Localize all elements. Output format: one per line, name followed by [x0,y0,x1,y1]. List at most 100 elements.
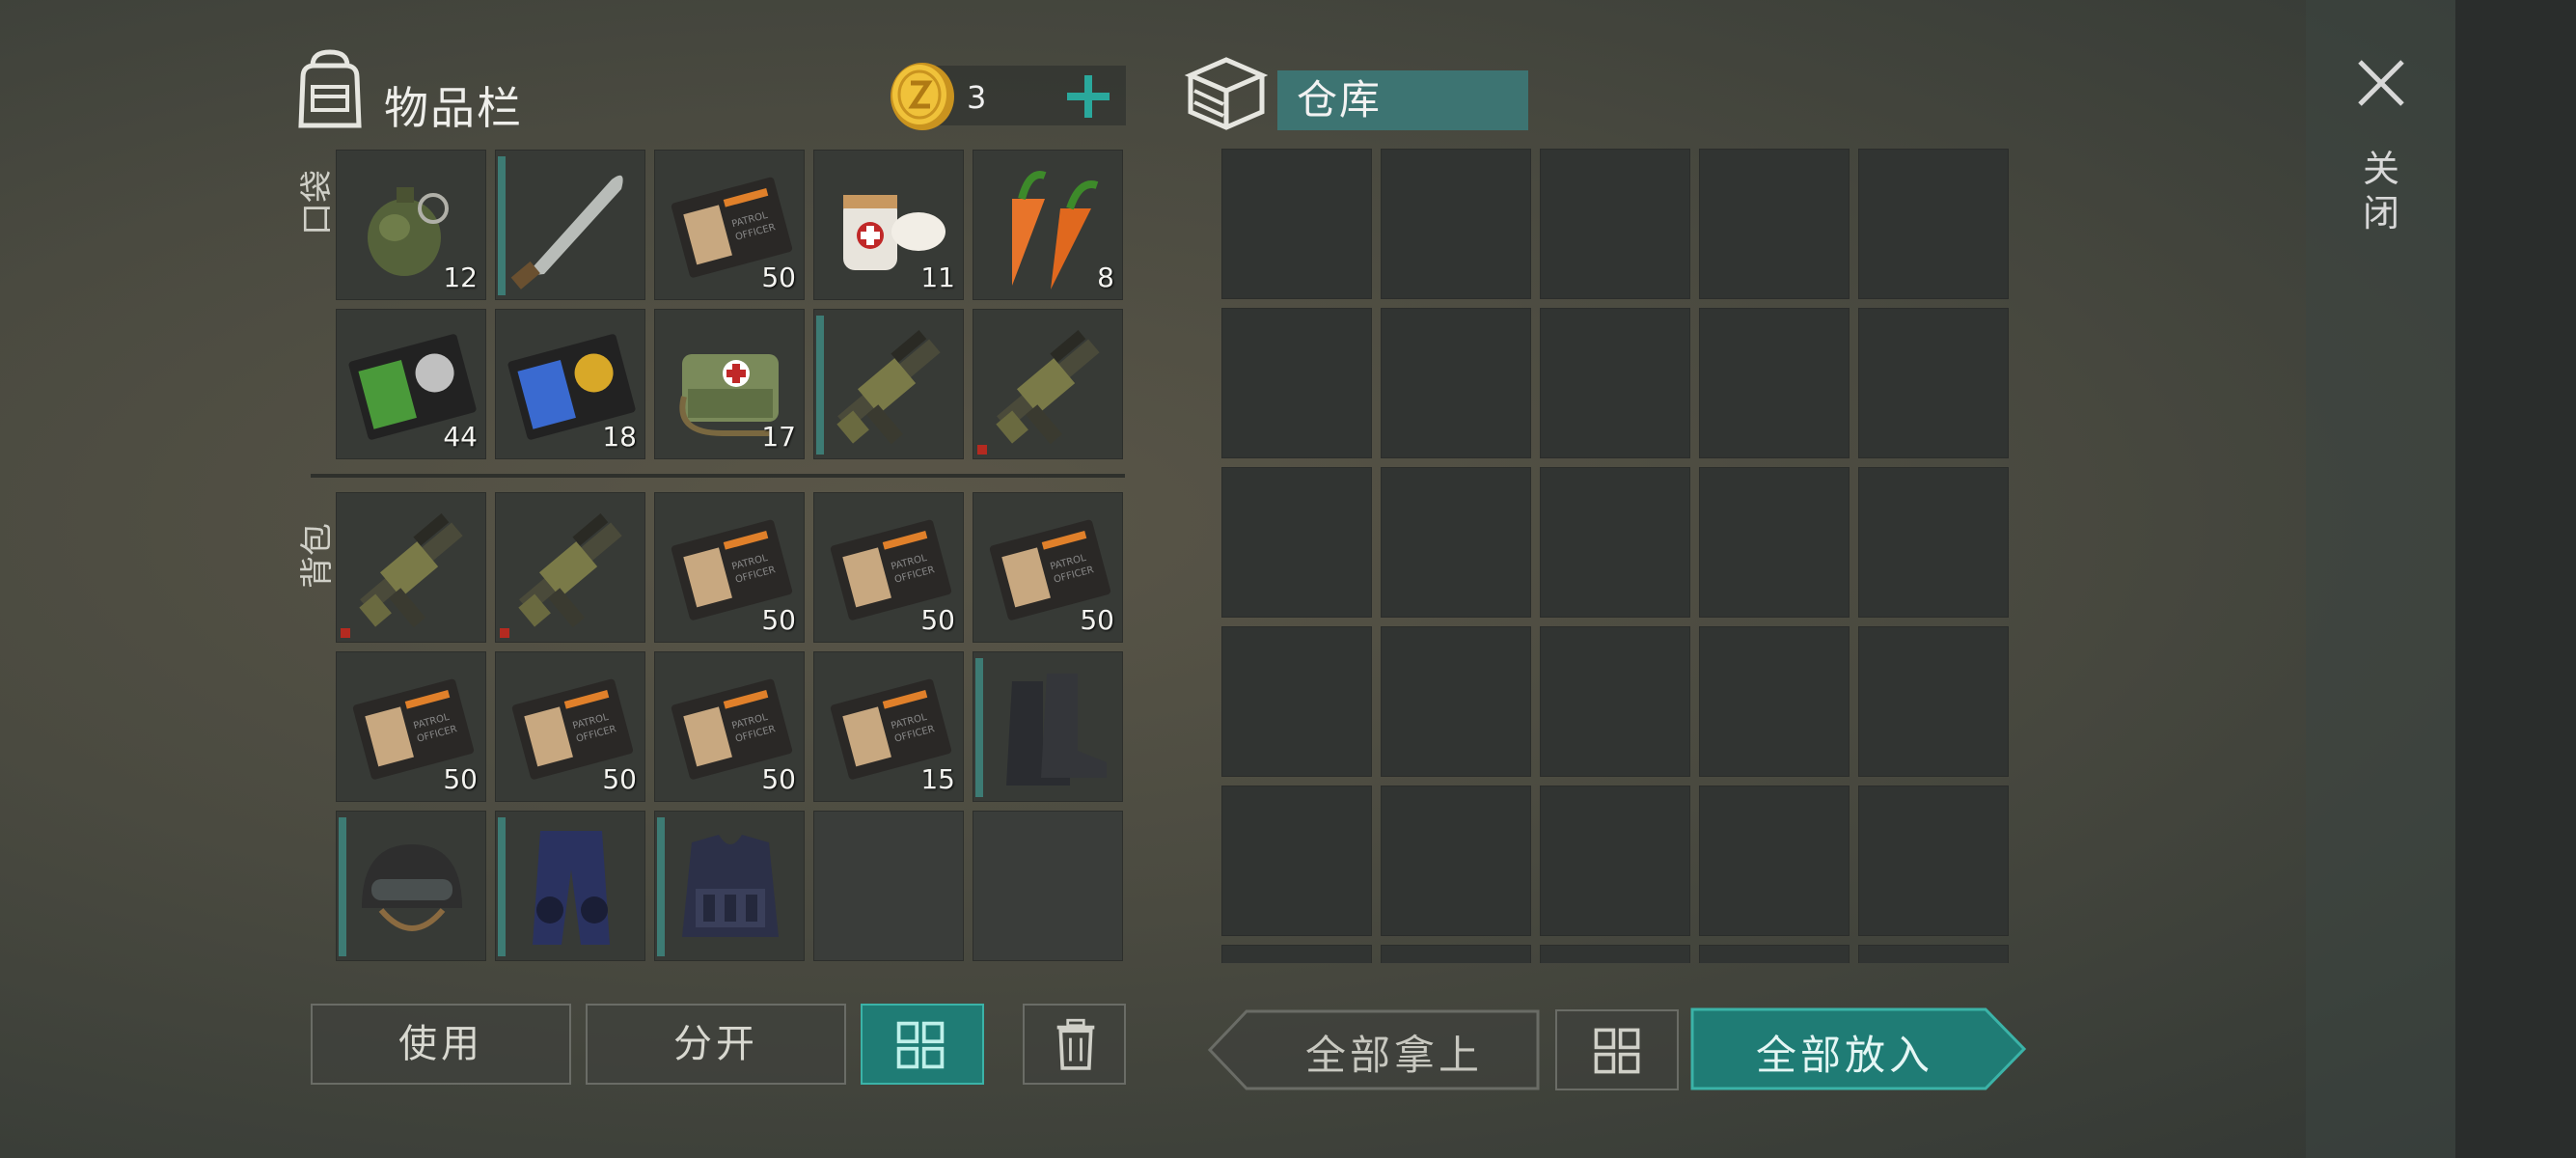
close-label[interactable]: 关闭 [2360,147,2402,235]
warehouse-slot[interactable] [1381,149,1531,299]
warehouse-slot[interactable] [1221,786,1372,936]
warehouse-slot[interactable] [1699,626,1850,777]
item-quantity: 50 [761,604,796,636]
warehouse-slot[interactable] [1540,945,1690,963]
warehouse-slot[interactable] [1858,786,2009,936]
pocket-slot[interactable]: 8 [973,150,1123,300]
coin-count: 3 [967,79,987,116]
pocket-slot[interactable] [813,309,964,459]
warehouse-slot[interactable] [1699,149,1850,299]
section-divider [311,474,1125,478]
warehouse-slot[interactable] [1858,308,2009,458]
coin-icon [891,63,954,130]
close-icon[interactable] [2352,54,2410,112]
backpack-slot[interactable]: PATROL OFFICER 50 [495,651,645,802]
backpack-slot[interactable] [813,811,964,961]
pocket-slot[interactable]: 12 [336,150,486,300]
item-quantity: 12 [443,262,478,293]
warehouse-slot[interactable] [1540,467,1690,618]
pocket-slot[interactable]: 17 [654,309,805,459]
put-all-label[interactable]: 全部放入 [1700,1023,1989,1082]
pants-icon [533,831,610,945]
warehouse-slot[interactable] [1858,626,2009,777]
screen-edge-panel [2455,0,2576,1158]
machete-icon [510,175,623,290]
backpack-slot[interactable]: PATROL OFFICER 50 [654,492,805,643]
pocket-grid: 12 PATROL OFFICER 50 11 8 44 18 17 [336,150,1123,459]
use-button[interactable]: 使用 [311,1004,571,1085]
backpack-slot[interactable]: PATROL OFFICER 15 [813,651,964,802]
item-quantity: 50 [1080,604,1114,636]
warehouse-slot[interactable] [1699,945,1850,963]
pocket-slot[interactable]: 11 [813,150,964,300]
backpack-slot[interactable] [495,492,645,643]
warehouse-slot[interactable] [1221,149,1372,299]
warehouse-title[interactable]: 仓库 [1277,70,1528,130]
warehouse-slot[interactable] [1221,945,1372,963]
warehouse-slot[interactable] [1381,626,1531,777]
warehouse-slot[interactable] [1699,786,1850,936]
warehouse-slot[interactable] [1221,626,1372,777]
split-button[interactable]: 分开 [586,1004,846,1085]
warehouse-slot[interactable] [1381,467,1531,618]
warehouse-slot[interactable] [1540,786,1690,936]
warehouse-slot[interactable] [1699,308,1850,458]
rifle-icon [996,330,1100,445]
backpack-slot[interactable] [654,811,805,961]
backpack-slot[interactable] [336,811,486,961]
warehouse-slot[interactable] [1540,149,1690,299]
discard-button[interactable] [1023,1004,1126,1085]
backpack-slot[interactable]: PATROL OFFICER 50 [813,492,964,643]
item-quantity: 17 [761,421,796,453]
backpack-slot[interactable]: PATROL OFFICER 50 [973,492,1123,643]
warehouse-slot[interactable] [1221,467,1372,618]
warehouse-slot[interactable] [1858,467,2009,618]
item-quantity: 18 [602,421,637,453]
durability-bar [975,658,983,797]
item-quantity: 50 [761,763,796,795]
backpack-slot[interactable]: PATROL OFFICER 50 [654,651,805,802]
rifle-icon [518,513,622,628]
item-quantity: 50 [920,604,955,636]
item-quantity: 44 [443,421,478,453]
warehouse-slot[interactable] [1221,308,1372,458]
take-all-label[interactable]: 全部拿上 [1254,1023,1534,1082]
vest-icon [682,835,779,937]
warehouse-slot[interactable] [1381,945,1531,963]
backpack-label: 背包 [298,523,337,589]
backpack-slot[interactable] [973,811,1123,961]
trash-icon [1056,1018,1095,1070]
pocket-slot[interactable]: 44 [336,309,486,459]
backpack-slot[interactable] [495,811,645,961]
carrots-icon [1012,171,1099,290]
warehouse-slot[interactable] [1381,786,1531,936]
warehouse-slot[interactable] [1858,945,2009,963]
item-quantity: 50 [761,262,796,293]
pocket-slot[interactable] [973,309,1123,459]
warehouse-sort-button[interactable] [1555,1009,1679,1090]
boots-icon [1006,674,1107,786]
item-quantity: 15 [920,763,955,795]
warehouse-slot[interactable] [1381,308,1531,458]
backpack-grid: PATROL OFFICER 50 PATROL OFFICER 50 PATROL OFFI… [336,492,1123,961]
durability-bar [498,817,506,956]
backpack-slot[interactable] [973,651,1123,802]
durability-bar [816,316,824,455]
rifle-icon [359,513,463,628]
warehouse-slot[interactable] [1858,149,2009,299]
warehouse-slot[interactable] [1699,467,1850,618]
item-quantity: 50 [443,763,478,795]
backpack-slot[interactable]: PATROL OFFICER 50 [336,651,486,802]
add-coins-button[interactable] [1061,69,1115,124]
pocket-slot[interactable]: 18 [495,309,645,459]
pocket-slot[interactable] [495,150,645,300]
backpack-slot[interactable] [336,492,486,643]
item-quantity: 50 [602,763,637,795]
pocket-slot[interactable]: PATROL OFFICER 50 [654,150,805,300]
item-quantity: 11 [920,262,955,293]
warehouse-slot[interactable] [1540,308,1690,458]
sort-button[interactable] [861,1004,984,1085]
helmet-icon [362,844,462,931]
warehouse-slot[interactable] [1540,626,1690,777]
item-quantity: 8 [1097,262,1114,293]
